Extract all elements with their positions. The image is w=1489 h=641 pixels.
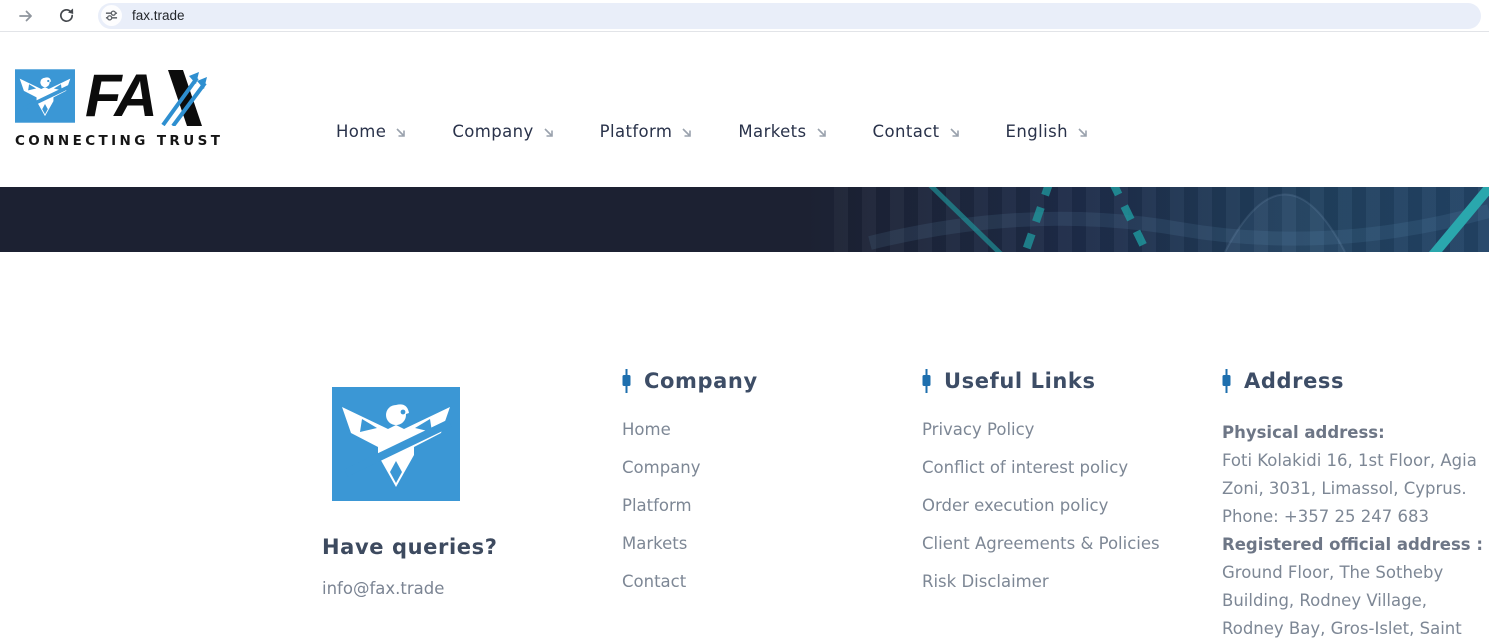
- footer-link-conflict-of-interest[interactable]: Conflict of interest policy: [922, 458, 1128, 477]
- nav-item-company[interactable]: Company: [452, 122, 554, 141]
- candlestick-icon: [922, 369, 931, 393]
- queries-heading: Have queries?: [322, 535, 498, 559]
- nav-dropdown-icon: [543, 126, 555, 138]
- nav-item-platform[interactable]: Platform: [600, 122, 694, 141]
- url-text[interactable]: fax.trade: [132, 8, 185, 23]
- nav-dropdown-icon: [395, 126, 407, 138]
- column-title: Useful Links: [944, 369, 1096, 393]
- column-title: Company: [644, 369, 758, 393]
- reload-icon[interactable]: [55, 5, 77, 27]
- nav-dropdown-icon: [949, 126, 961, 138]
- browser-toolbar: fax.trade: [0, 0, 1489, 32]
- footer-link-company[interactable]: Company: [622, 458, 701, 477]
- nav-label: Contact: [872, 122, 940, 141]
- nav-item-contact[interactable]: Contact: [873, 122, 961, 141]
- main-nav: Home Company Platform Markets Contact En…: [336, 122, 1134, 141]
- address-bar[interactable]: fax.trade: [98, 2, 1481, 29]
- registered-address-text: Ground Floor, The Sotheby Building, Rodn…: [1222, 563, 1462, 638]
- nav-dropdown-icon: [681, 126, 693, 138]
- footer-link-platform[interactable]: Platform: [622, 496, 692, 515]
- footer-column-address: Address Physical address: Foti Kolakidi …: [1222, 369, 1485, 641]
- eagle-logo-icon: [15, 68, 75, 124]
- forward-icon[interactable]: [15, 5, 37, 27]
- hero-banner: [0, 187, 1489, 252]
- address-block: Physical address: Foti Kolakidi 16, 1st …: [1222, 419, 1485, 641]
- footer-link-risk-disclaimer[interactable]: Risk Disclaimer: [922, 572, 1049, 591]
- footer-column-company: Company Home Company Platform Markets Co…: [622, 369, 758, 609]
- nav-item-home[interactable]: Home: [336, 122, 407, 141]
- logo-wordmark: FA: [85, 62, 208, 129]
- footer-link-contact[interactable]: Contact: [622, 572, 686, 591]
- physical-address-text: Foti Kolakidi 16, 1st Floor, Agia Zoni, …: [1222, 451, 1477, 498]
- site-logo[interactable]: FA CONNECTING TRUST: [15, 62, 224, 149]
- footer-link-privacy-policy[interactable]: Privacy Policy: [922, 420, 1034, 439]
- nav-label: Platform: [599, 122, 673, 141]
- footer-link-order-execution[interactable]: Order execution policy: [922, 496, 1108, 515]
- site-header: FA CONNECTING TRUST Home Company Platfor…: [0, 32, 1489, 187]
- nav-label: Company: [452, 122, 534, 141]
- nav-dropdown-icon: [816, 126, 828, 138]
- logo-tagline: CONNECTING TRUST: [15, 133, 224, 149]
- footer-eagle-logo: [332, 387, 460, 505]
- nav-label: Markets: [738, 122, 807, 141]
- physical-address-label: Physical address:: [1222, 423, 1385, 442]
- footer-link-client-agreements[interactable]: Client Agreements & Policies: [922, 534, 1160, 553]
- registered-address-label: Registered official address :: [1222, 535, 1483, 554]
- site-settings-icon[interactable]: [101, 5, 122, 26]
- candlestick-icon: [1222, 369, 1231, 393]
- logo-x-arrows-icon: [161, 70, 207, 126]
- footer-link-markets[interactable]: Markets: [622, 534, 687, 553]
- phone-text: Phone: +357 25 247 683: [1222, 507, 1429, 526]
- browser-window: fax.trade FA CONNECTING TRUST Home Compa…: [0, 0, 1489, 641]
- banner-chart-lines: [868, 187, 1489, 252]
- email-link[interactable]: info@fax.trade: [322, 579, 444, 598]
- nav-label: Home: [336, 122, 387, 141]
- footer-column-useful-links: Useful Links Privacy Policy Conflict of …: [922, 369, 1160, 609]
- nav-item-language-english[interactable]: English: [1006, 122, 1089, 141]
- site-footer: Have queries? info@fax.trade Company Hom…: [0, 252, 1489, 640]
- nav-item-markets[interactable]: Markets: [738, 122, 827, 141]
- logo-text-fa: FA: [85, 62, 158, 129]
- candlestick-icon: [622, 369, 631, 393]
- nav-dropdown-icon: [1077, 126, 1089, 138]
- column-title: Address: [1244, 369, 1345, 393]
- footer-link-home[interactable]: Home: [622, 420, 671, 439]
- nav-label: English: [1005, 122, 1068, 141]
